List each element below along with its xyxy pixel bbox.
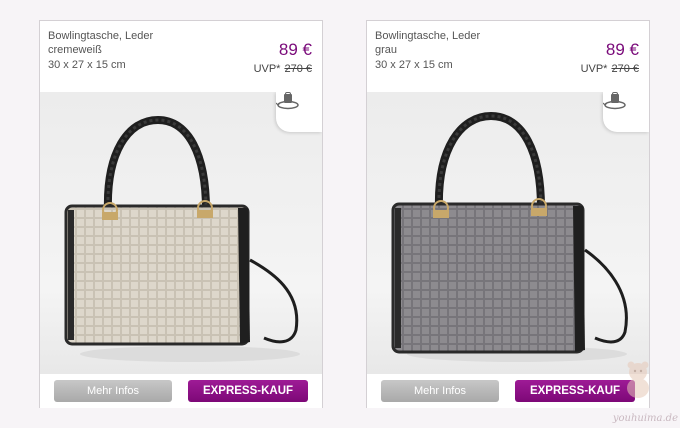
product-size: 30 x 27 x 15 cm — [48, 59, 126, 71]
uvp-price: UVP* 270 € — [581, 63, 639, 75]
uvp-old-price: 270 € — [611, 63, 639, 75]
product-card-2[interactable]: Bowlingtasche, Leder grau 30 x 27 x 15 c… — [366, 20, 650, 408]
uvp-price: UVP* 270 € — [254, 63, 312, 75]
product-image[interactable] — [367, 92, 649, 374]
more-info-button[interactable]: Mehr Infos — [54, 380, 172, 402]
product-title[interactable]: Bowlingtasche, Leder — [48, 29, 153, 43]
product-title[interactable]: Bowlingtasche, Leder — [375, 29, 480, 43]
product-actions: Mehr Infos EXPRESS-KAUF — [40, 374, 322, 408]
product-color: grau — [375, 44, 398, 56]
product-image[interactable] — [40, 92, 322, 374]
product-header: Bowlingtasche, Leder cremeweiß 30 x 27 x… — [40, 21, 322, 92]
watermark-text: youhuima.de — [612, 413, 678, 424]
product-price: 89 € — [605, 40, 639, 59]
uvp-label: UVP* — [253, 63, 281, 75]
product-size: 30 x 27 x 15 cm — [375, 59, 453, 71]
product-actions: Mehr Infos EXPRESS-KAUF — [367, 374, 649, 408]
more-info-button[interactable]: Mehr Infos — [381, 380, 499, 402]
rotate-view-button[interactable] — [276, 92, 322, 132]
handbag-image — [391, 111, 628, 362]
rotate-view-button[interactable] — [603, 92, 649, 132]
uvp-old-price: 270 € — [284, 63, 312, 75]
handbag-image — [64, 115, 300, 362]
watermark-bear-icon — [627, 361, 649, 398]
product-card-1[interactable]: Bowlingtasche, Leder cremeweiß 30 x 27 x… — [39, 20, 323, 408]
product-header: Bowlingtasche, Leder grau 30 x 27 x 15 c… — [367, 21, 649, 92]
uvp-label: UVP* — [580, 63, 608, 75]
product-price: 89 € — [278, 40, 312, 59]
express-buy-button[interactable]: EXPRESS-KAUF — [515, 380, 635, 402]
express-buy-button[interactable]: EXPRESS-KAUF — [188, 380, 308, 402]
product-color: cremeweiß — [48, 44, 102, 56]
